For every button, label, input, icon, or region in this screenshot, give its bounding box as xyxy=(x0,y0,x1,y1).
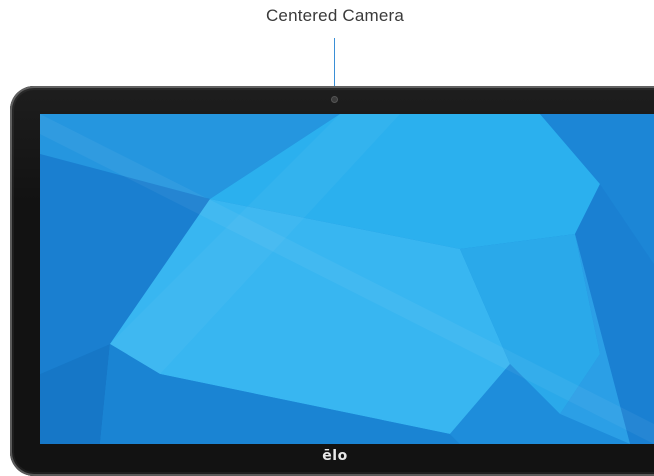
camera-lens-icon xyxy=(332,97,337,102)
callout-label: Centered Camera xyxy=(265,6,405,25)
display-screen xyxy=(40,114,654,444)
callout-leader-line xyxy=(334,38,335,93)
elo-logo: ēlo xyxy=(322,448,348,464)
wallpaper-graphic xyxy=(40,114,654,444)
